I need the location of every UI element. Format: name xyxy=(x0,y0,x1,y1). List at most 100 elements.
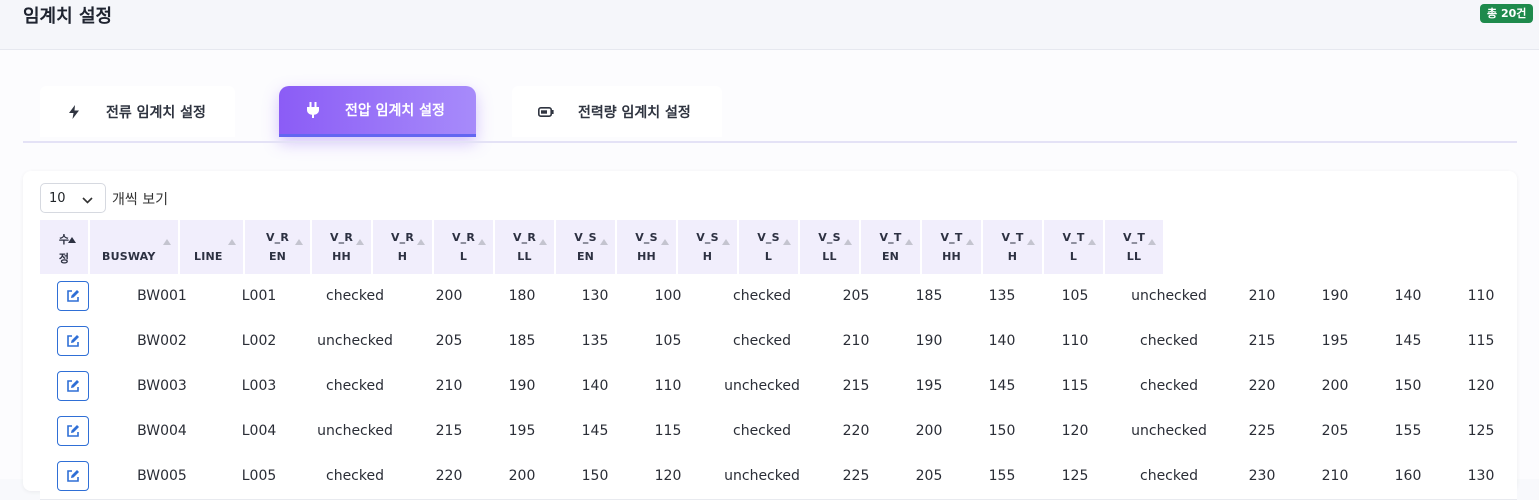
bolt-icon xyxy=(66,104,82,120)
column-header-label-bottom: H xyxy=(1007,250,1018,263)
top-bar: 임계치 설정 총 20건 xyxy=(0,0,1539,50)
tab-divider xyxy=(23,141,1517,143)
sort-icon xyxy=(68,237,76,243)
column-header-label-bottom: H xyxy=(397,250,408,263)
column-header-label-bottom: L xyxy=(1069,250,1078,263)
edit-icon xyxy=(67,290,79,302)
table-row: BW003 L003 checked 210 190 140 110 unchecked 215… xyxy=(40,364,1517,410)
column-header[interactable]: V_R H xyxy=(371,220,432,274)
column-header-label-bottom: HH xyxy=(942,250,961,263)
battery-icon xyxy=(538,104,554,120)
table-row: BW005 L005 checked 220 200 150 120 unchecked 225… xyxy=(40,454,1517,500)
column-header-label-bottom: HH xyxy=(637,250,656,263)
column-header[interactable]: V_T HH xyxy=(920,220,981,274)
table-cell: 120 xyxy=(1061,423,1089,439)
sort-icon xyxy=(295,239,303,245)
column-header[interactable]: V_R HH xyxy=(310,220,371,274)
column-header[interactable]: V_R EN xyxy=(243,220,310,274)
table-cell: checked xyxy=(1140,378,1198,394)
column-header[interactable]: V_T L xyxy=(1042,220,1103,274)
column-header[interactable]: V_S H xyxy=(676,220,737,274)
plug-icon xyxy=(305,102,321,118)
column-header-label-bottom: HH xyxy=(332,250,351,263)
tab-label: 전압 임계치 설정 xyxy=(345,103,445,119)
table-cell: L002 xyxy=(241,333,277,349)
table-cell: 115 xyxy=(1061,378,1089,394)
sort-icon xyxy=(1027,239,1035,245)
column-header[interactable]: V_T EN xyxy=(859,220,920,274)
page-length-value: 10 xyxy=(49,190,66,206)
table-cell: L004 xyxy=(241,423,277,439)
table-cell: 110 xyxy=(654,378,682,394)
table-cell: checked xyxy=(733,288,791,304)
table-cell: 115 xyxy=(654,423,682,439)
edit-icon xyxy=(67,335,79,347)
table-row: BW004 L004 unchecked 215 195 145 115 checked 220… xyxy=(40,409,1517,455)
table-cell: checked xyxy=(733,333,791,349)
table-cell: 105 xyxy=(1061,288,1089,304)
sort-icon xyxy=(905,239,913,245)
edit-icon xyxy=(67,380,79,392)
column-header[interactable]: V_T LL xyxy=(1103,220,1163,274)
table-cell: checked xyxy=(733,423,791,439)
table-cell: checked xyxy=(326,468,384,484)
table-cell: BW002 xyxy=(137,333,187,349)
column-header[interactable]: V_S LL xyxy=(798,220,859,274)
table-cell: BW001 xyxy=(137,288,187,304)
table-cell: 125 xyxy=(1061,468,1089,484)
sort-icon xyxy=(844,239,852,245)
sort-icon xyxy=(478,239,486,245)
page-length-label: 개씩 보기 xyxy=(112,192,168,208)
table-cell: BW005 xyxy=(137,468,187,484)
column-header-label-top: 수 xyxy=(58,233,70,246)
sort-icon xyxy=(600,239,608,245)
table-cell: 130 xyxy=(1467,468,1495,484)
table-cell: 105 xyxy=(654,333,682,349)
sort-icon xyxy=(163,239,171,245)
column-header[interactable]: V_T H xyxy=(981,220,1042,274)
table-row: BW001 L001 checked 200 180 130 100 checked 205 18… xyxy=(40,274,1517,320)
table-cell: unchecked xyxy=(724,378,800,394)
table-cell: 125 xyxy=(1467,423,1495,439)
sort-icon xyxy=(661,239,669,245)
column-header[interactable]: LINE xyxy=(178,220,243,274)
table-cell: 110 xyxy=(1061,333,1089,349)
column-header[interactable]: V_R LL xyxy=(493,220,554,274)
edit-button[interactable] xyxy=(57,461,89,491)
page-title: 임계치 설정 xyxy=(23,6,113,27)
count-badge: 총 20건 xyxy=(1480,4,1534,23)
tab-current-threshold[interactable]: 전류 임계치 설정 xyxy=(40,86,235,137)
column-header-label-bottom: H xyxy=(702,250,713,263)
table-cell: unchecked xyxy=(1131,423,1207,439)
table-cell: checked xyxy=(1140,333,1198,349)
column-header-label-bottom: L xyxy=(764,250,773,263)
column-header-label-bottom: EN xyxy=(268,250,287,263)
sort-icon xyxy=(1148,239,1156,245)
column-header[interactable]: V_S HH xyxy=(615,220,676,274)
column-header[interactable]: BUSWAY xyxy=(88,220,178,274)
edit-button[interactable] xyxy=(57,416,89,446)
column-header[interactable]: 수정 xyxy=(40,220,88,274)
edit-button[interactable] xyxy=(57,281,89,311)
edit-button[interactable] xyxy=(57,326,89,356)
column-header-label-bottom: EN xyxy=(576,250,595,263)
column-header-label-bottom: LL xyxy=(822,250,837,263)
tab-voltage-threshold[interactable]: 전압 임계치 설정 xyxy=(279,86,476,137)
column-header-label-bottom: LL xyxy=(517,250,532,263)
sort-icon xyxy=(228,239,236,245)
table-cell: 110 xyxy=(1467,288,1495,304)
column-header-label-bottom: BUSWAY xyxy=(102,250,156,263)
table-cell: checked xyxy=(326,378,384,394)
table-cell: L003 xyxy=(241,378,277,394)
page-length-select[interactable]: 10 xyxy=(40,183,106,213)
sort-icon xyxy=(1088,239,1096,245)
column-header[interactable]: V_S EN xyxy=(554,220,615,274)
table-cell: unchecked xyxy=(317,333,393,349)
column-header[interactable]: V_S L xyxy=(737,220,798,274)
column-header[interactable]: V_R L xyxy=(432,220,493,274)
tab-energy-threshold[interactable]: 전력량 임계치 설정 xyxy=(512,86,722,137)
edit-button[interactable] xyxy=(57,371,89,401)
table-cell: 100 xyxy=(654,288,682,304)
column-header-label-bottom: EN xyxy=(881,250,900,263)
sort-icon xyxy=(417,239,425,245)
